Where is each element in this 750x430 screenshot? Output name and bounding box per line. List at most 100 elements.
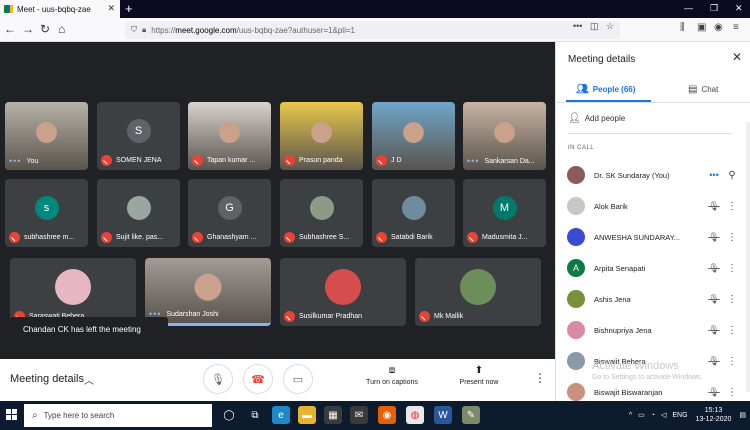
tab-people[interactable]: 👥︎ People (66)	[576, 84, 635, 95]
forward-icon[interactable]: →	[22, 22, 34, 36]
more-options-icon[interactable]: ⋮	[722, 325, 742, 336]
participant-tile[interactable]: Prasun panda	[280, 102, 363, 170]
participant-avatar: s	[34, 195, 59, 220]
participant-avatar: G	[217, 195, 242, 220]
meeting-details-button[interactable]: Meeting details	[10, 373, 84, 385]
participant-name-label: Prasun panda	[284, 155, 343, 166]
library-icon[interactable]: ⫼	[680, 22, 685, 33]
word-icon[interactable]: W	[434, 406, 452, 424]
url-domain: meet.google.com	[175, 25, 237, 35]
more-options-icon[interactable]: ⋮	[534, 371, 546, 385]
paint-icon[interactable]: ✎	[462, 406, 480, 424]
pin-icon[interactable]: ⚲	[722, 170, 742, 181]
participant-row[interactable]: Biswajit Biswaranjan 🎙︎ ⋮	[567, 381, 747, 403]
task-view-icon[interactable]: ⧉	[246, 406, 264, 424]
camera-button[interactable]: ▭	[283, 364, 313, 394]
participant-row[interactable]: Alok Barik 🎙︎ ⋮	[567, 195, 747, 217]
firefox-icon[interactable]: ◉	[378, 406, 396, 424]
tab-close-icon[interactable]: ✕	[107, 3, 115, 14]
participant-row[interactable]: Bishnupriya Jena 🎙︎ ⋮	[567, 319, 747, 341]
participant-tile[interactable]: Mk Mallik	[415, 258, 541, 326]
taskbar-search-box[interactable]: ⌕ Type here to search	[24, 404, 212, 427]
chevron-up-icon[interactable]: ︿	[84, 372, 94, 387]
chevron-up-icon[interactable]: ^	[629, 412, 632, 419]
more-options-icon[interactable]: ⋮	[722, 294, 742, 305]
participant-row[interactable]: A Arpita Senapati 🎙︎ ⋮	[567, 257, 747, 279]
more-options-icon[interactable]: ⋮	[722, 356, 742, 367]
participant-name: Ghanashyam ...	[207, 234, 257, 241]
store-icon[interactable]: ▦	[324, 406, 342, 424]
back-icon[interactable]: ←	[4, 22, 16, 36]
participant-name: Bishnupriya Jena	[594, 325, 652, 335]
address-bar[interactable]: ⛉ 🔒︎ https:// meet.google.com /uus-bqbq-…	[125, 21, 620, 39]
mail-icon[interactable]: ✉	[350, 406, 368, 424]
more-options-icon[interactable]: ⋮	[722, 263, 742, 274]
mic-off-icon: 🎙︎	[708, 355, 720, 366]
participant-tile[interactable]: S SOMEN JENA	[97, 102, 180, 170]
restore-icon[interactable]: ❐	[710, 3, 718, 14]
participant-tile[interactable]: J D	[372, 102, 455, 170]
url-path: /uus-bqbq-zae?authuser=1&pli=1	[236, 25, 355, 35]
participant-tile[interactable]: Tapan kumar ...	[188, 102, 271, 170]
panel-scrollbar[interactable]	[746, 122, 750, 392]
participant-name: ANWESHA SUNDARAY...	[594, 232, 680, 242]
close-panel-icon[interactable]: ✕	[732, 50, 742, 64]
present-now-button[interactable]: ⬆︎ Present now	[455, 365, 503, 386]
avatar	[567, 166, 585, 184]
cortana-icon[interactable]: ◯	[220, 406, 238, 424]
volume-icon[interactable]: ◁	[661, 411, 666, 419]
participant-tile[interactable]: M Madusmita J...	[463, 179, 546, 247]
browser-tab[interactable]: Meet - uus-bqbq-zae ✕	[0, 0, 120, 18]
clock[interactable]: 15:13 13-12-2020	[696, 406, 732, 424]
pocket-icon[interactable]: ◫	[590, 21, 599, 32]
mic-off-icon	[9, 232, 20, 243]
menu-icon[interactable]: ≡	[733, 22, 739, 33]
edge-icon[interactable]: e	[272, 406, 290, 424]
participant-tile[interactable]: Sujit like. pas...	[97, 179, 180, 247]
participant-tile[interactable]: ••• Sankarsan Da...	[463, 102, 546, 170]
more-options-icon[interactable]: ⋮	[722, 201, 742, 212]
chrome-icon[interactable]: ◍	[406, 406, 424, 424]
avatar	[567, 321, 585, 339]
captions-button[interactable]: ⧈ Turn on captions	[360, 365, 424, 386]
clock-date: 13-12-2020	[695, 416, 732, 423]
minimize-icon[interactable]: —	[684, 3, 693, 13]
participant-name: Sujit like. pas...	[116, 234, 164, 241]
participant-tile[interactable]: Saraswati Behera	[10, 258, 136, 326]
participant-tile[interactable]: s subhashree m...	[5, 179, 88, 247]
new-tab-button[interactable]: +	[125, 2, 133, 15]
windows-start-icon[interactable]	[6, 409, 18, 421]
participant-tile[interactable]: G Ghanashyam ...	[188, 179, 271, 247]
more-actions-icon[interactable]: •••	[573, 21, 582, 31]
file-explorer-icon[interactable]: ▬	[298, 406, 316, 424]
battery-icon[interactable]: ▭	[638, 411, 645, 419]
microphone-button[interactable]: 🎙︎	[203, 364, 233, 394]
participant-row[interactable]: ANWESHA SUNDARAY... 🎙︎ ⋮	[567, 226, 747, 248]
bookmark-star-icon[interactable]: ☆	[606, 21, 614, 32]
camera-icon: ▭	[292, 373, 304, 386]
account-icon[interactable]: ◉	[714, 22, 723, 33]
network-icon[interactable]: ◔	[651, 412, 655, 419]
participant-row[interactable]: Dr. SK Sundaray (You) ••• ⚲	[567, 164, 747, 186]
home-icon[interactable]: ⌂	[58, 22, 65, 36]
participant-tile[interactable]: ••• You	[5, 102, 88, 170]
captions-label: Turn on captions	[366, 379, 418, 386]
participant-name: Ashis Jena	[594, 294, 631, 304]
leave-call-button[interactable]: ☎︎	[243, 364, 273, 394]
participant-tile[interactable]: Subhashree S...	[280, 179, 363, 247]
notifications-icon[interactable]: ▤	[739, 411, 746, 419]
more-options-icon[interactable]: ⋮	[722, 232, 742, 243]
participant-tile[interactable]: ••• Sudarshan Joshi	[145, 258, 271, 326]
reload-icon[interactable]: ↻	[40, 22, 50, 36]
participant-tile[interactable]: Susilkumar Pradhan	[280, 258, 406, 326]
participant-row[interactable]: Ashis Jena 🎙︎ ⋮	[567, 288, 747, 310]
add-people-button[interactable]: 👤︎ Add people	[568, 113, 625, 124]
reader-icon[interactable]: ▣	[697, 22, 706, 33]
mic-off-icon	[419, 311, 430, 322]
language-indicator[interactable]: ENG	[672, 412, 687, 419]
participant-tile[interactable]: Satabdi Barik	[372, 179, 455, 247]
tab-chat[interactable]: ▤ Chat	[688, 84, 718, 95]
close-window-icon[interactable]: ✕	[735, 3, 743, 14]
more-options-icon[interactable]: ⋮	[722, 387, 742, 398]
activate-windows-watermark: Activate Windows Go to Settings to activ…	[592, 360, 703, 384]
